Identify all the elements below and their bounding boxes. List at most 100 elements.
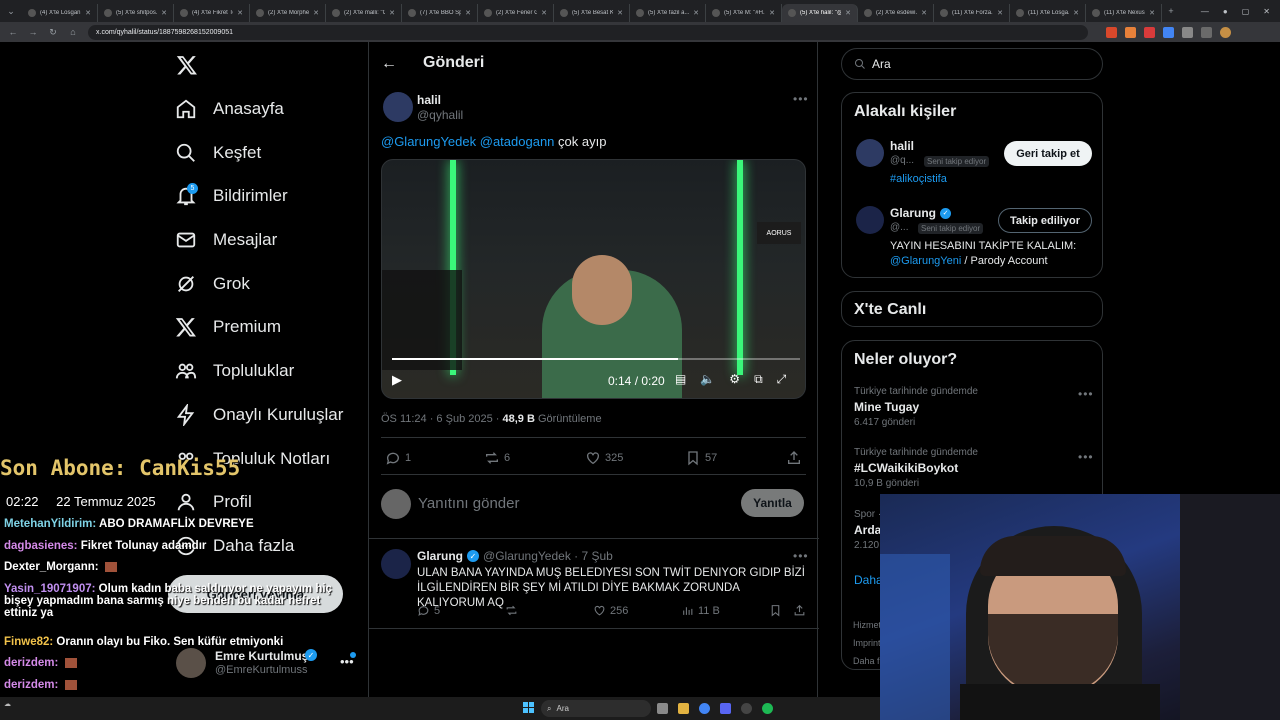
nav-premium[interactable]: Premium: [175, 307, 281, 347]
video-progress-track[interactable]: [392, 358, 800, 360]
windows-start-icon[interactable]: [523, 702, 535, 714]
back-icon[interactable]: ←: [8, 27, 18, 37]
reply-author-name[interactable]: Glarung: [417, 549, 463, 563]
browser-tab[interactable]: (2) X'te Fener G... ✕: [478, 4, 554, 22]
person-name[interactable]: halil: [890, 139, 914, 153]
profile-avatar[interactable]: [1220, 26, 1231, 38]
close-window-icon[interactable]: ✕: [1263, 7, 1270, 16]
nav-home[interactable]: Anasayfa: [175, 89, 284, 129]
back-arrow-icon[interactable]: ←: [381, 55, 397, 73]
tab-close-icon[interactable]: ✕: [313, 9, 319, 17]
reload-icon[interactable]: ↻: [48, 27, 58, 38]
trend-item[interactable]: Türkiye tarihinde gündemde #LCWaikikiBoy…: [854, 447, 978, 489]
browser-tab[interactable]: (11) X'te Forza... ✕: [934, 4, 1010, 22]
spotify-icon[interactable]: [762, 703, 773, 714]
post-more-icon[interactable]: •••: [793, 92, 809, 106]
tab-close-icon[interactable]: ✕: [541, 9, 547, 17]
like-action[interactable]: 325: [585, 450, 623, 466]
tab-close-icon[interactable]: ✕: [389, 9, 395, 17]
bookmark-action[interactable]: 57: [685, 450, 717, 466]
reply-input[interactable]: Yanıtını gönder: [418, 495, 519, 512]
tab-close-icon[interactable]: ✕: [997, 9, 1003, 17]
record-icon[interactable]: ●: [1223, 7, 1228, 16]
tab-close-icon[interactable]: ✕: [617, 9, 623, 17]
person-bio-link[interactable]: #alikoçistifa: [890, 173, 947, 185]
nav-messages[interactable]: Mesajlar: [175, 220, 277, 260]
nav-verified-orgs[interactable]: Onaylı Kuruluşlar: [175, 395, 343, 435]
reply-author-avatar[interactable]: [381, 549, 411, 579]
weather-widget[interactable]: ☁: [4, 700, 11, 708]
mention-link[interactable]: @GlarungYedek: [381, 134, 476, 149]
browser-tab[interactable]: (11) X'te Losga... ✕: [1010, 4, 1086, 22]
trend-item[interactable]: Türkiye tarihinde gündemde Mine Tugay 6.…: [854, 386, 978, 428]
browser-tab[interactable]: (2) X'te esdewi... ✕: [858, 4, 934, 22]
home-icon[interactable]: ⌂: [68, 27, 78, 37]
reply-button[interactable]: Yanıtla: [741, 489, 804, 517]
repost-action[interactable]: 6: [484, 450, 510, 466]
x-logo-icon[interactable]: [176, 54, 198, 76]
captions-icon[interactable]: ▤: [675, 372, 686, 387]
footer-link[interactable]: Imprint: [853, 634, 881, 652]
steam-icon[interactable]: [741, 703, 752, 714]
browser-tab[interactable]: (2) X'te malli: "G... ✕: [326, 4, 402, 22]
footer-link[interactable]: Daha f: [853, 652, 881, 670]
person-avatar[interactable]: [856, 139, 884, 167]
reply-share-action[interactable]: [793, 604, 806, 617]
video-player[interactable]: AORUS ▶ 0:14 / 0:20 ▤ 🔈 ⚙ ⧉ ⤢: [381, 159, 806, 399]
reply-repost-action[interactable]: [505, 604, 518, 617]
show-more-link[interactable]: Daha: [854, 573, 883, 587]
settings-icon[interactable]: ⚙: [729, 372, 740, 387]
maximize-icon[interactable]: ▢: [1242, 7, 1250, 16]
trend-more-icon[interactable]: •••: [1078, 387, 1094, 401]
author-handle[interactable]: @qyhalil: [417, 108, 463, 122]
person-avatar[interactable]: [856, 206, 884, 234]
reply-reply-action[interactable]: 5: [417, 604, 440, 617]
pip-icon[interactable]: ⧉: [754, 372, 763, 387]
tab-close-icon[interactable]: ✕: [1073, 9, 1079, 17]
nav-communities[interactable]: Topluluklar: [175, 351, 294, 391]
tab-close-icon[interactable]: ✕: [845, 9, 851, 17]
tab-list-icon[interactable]: ⌄: [6, 6, 16, 17]
mention-link[interactable]: @atadogann: [480, 134, 555, 149]
tab-close-icon[interactable]: ✕: [1149, 9, 1155, 17]
extension-icon[interactable]: [1144, 26, 1155, 38]
explorer-icon[interactable]: [678, 703, 689, 714]
taskview-icon[interactable]: [657, 703, 668, 714]
new-tab-icon[interactable]: +: [1166, 6, 1176, 16]
person-bio-link[interactable]: @GlarungYeni: [890, 255, 961, 267]
browser-tab[interactable]: (4) X'te Losgan... ✕: [22, 4, 98, 22]
discord-icon[interactable]: [720, 703, 731, 714]
reply-views-action[interactable]: 11 B: [681, 604, 720, 617]
follow-back-button[interactable]: Geri takip et: [1004, 141, 1092, 166]
reply-more-icon[interactable]: •••: [793, 549, 809, 563]
extension-icon[interactable]: [1182, 26, 1193, 38]
volume-icon[interactable]: 🔈: [700, 372, 715, 387]
browser-tab[interactable]: (5) X'te shitpos... ✕: [98, 4, 174, 22]
person-name[interactable]: Glarung: [890, 206, 936, 220]
reply-bookmark-action[interactable]: [769, 604, 782, 617]
browser-tab[interactable]: (7) X'te BBO Sp... ✕: [402, 4, 478, 22]
extension-icon[interactable]: [1163, 26, 1174, 38]
extension-icon[interactable]: [1125, 26, 1136, 38]
address-bar[interactable]: x.com/qyhalil/status/1887598268152009051: [88, 24, 1088, 40]
tab-close-icon[interactable]: ✕: [693, 9, 699, 17]
nav-profile[interactable]: Profil: [175, 482, 252, 522]
chrome-icon[interactable]: [699, 703, 710, 714]
tab-close-icon[interactable]: ✕: [465, 9, 471, 17]
reply-action[interactable]: 1: [385, 450, 411, 466]
author-avatar[interactable]: [383, 92, 413, 122]
trend-more-icon[interactable]: •••: [1078, 450, 1094, 464]
nav-notifications[interactable]: Bildirimler: [175, 176, 288, 216]
play-icon[interactable]: ▶: [392, 372, 402, 388]
search-box[interactable]: Ara: [841, 48, 1103, 80]
browser-tab[interactable]: (5) X'te M: "#H... ✕: [706, 4, 782, 22]
tab-close-icon[interactable]: ✕: [161, 9, 167, 17]
browser-tab[interactable]: (2) X'te Morphe...✕: [250, 4, 326, 22]
share-action[interactable]: [786, 450, 802, 466]
following-button[interactable]: Takip ediliyor: [998, 208, 1092, 233]
browser-tab[interactable]: (5) X'te fazil a... ✕: [630, 4, 706, 22]
browser-tab[interactable]: (5) X'te halil: "@... ✕: [782, 4, 858, 22]
tab-close-icon[interactable]: ✕: [237, 9, 243, 17]
author-name[interactable]: halil: [417, 93, 441, 107]
taskbar-search[interactable]: ⌕ Ara: [541, 700, 651, 717]
